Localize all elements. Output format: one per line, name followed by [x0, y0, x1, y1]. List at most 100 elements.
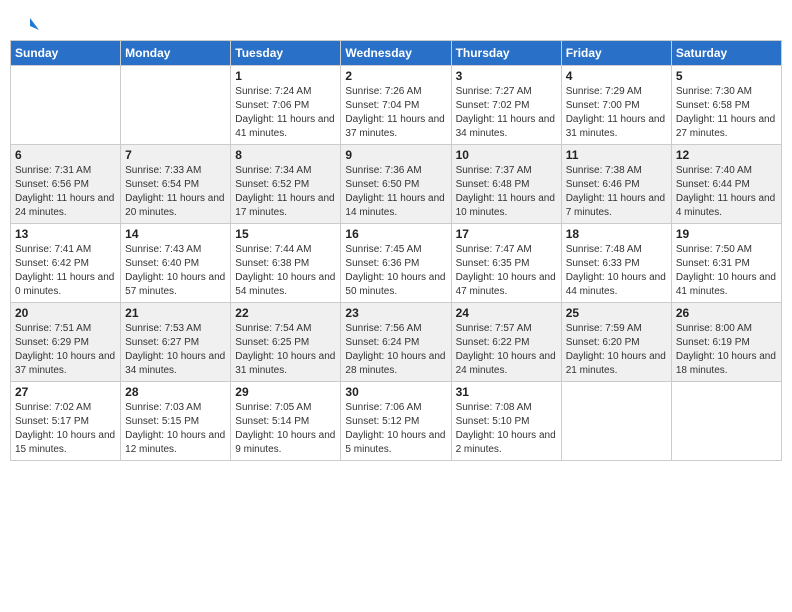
day-number: 6: [15, 148, 116, 162]
calendar-cell: 28 Sunrise: 7:03 AM Sunset: 5:15 PM Dayli…: [121, 382, 231, 461]
calendar-cell: 7 Sunrise: 7:33 AM Sunset: 6:54 PM Daylig…: [121, 145, 231, 224]
calendar-cell: 3 Sunrise: 7:27 AM Sunset: 7:02 PM Daylig…: [451, 66, 561, 145]
page-header: [10, 10, 782, 34]
day-info: Sunrise: 7:06 AM Sunset: 5:12 PM Dayligh…: [345, 401, 446, 457]
day-info: Sunrise: 7:38 AM Sunset: 6:46 PM Dayligh…: [566, 164, 667, 220]
day-number: 25: [566, 306, 667, 320]
calendar-week-row: 13 Sunrise: 7:41 AM Sunset: 6:42 PM Dayli…: [11, 224, 782, 303]
day-number: 24: [456, 306, 557, 320]
day-info: Sunrise: 7:30 AM Sunset: 6:58 PM Dayligh…: [676, 85, 777, 141]
day-number: 14: [125, 227, 226, 241]
day-info: Sunrise: 7:41 AM Sunset: 6:42 PM Dayligh…: [15, 243, 116, 299]
day-info: Sunrise: 7:03 AM Sunset: 5:15 PM Dayligh…: [125, 401, 226, 457]
day-info: Sunrise: 7:08 AM Sunset: 5:10 PM Dayligh…: [456, 401, 557, 457]
calendar-cell: 17 Sunrise: 7:47 AM Sunset: 6:35 PM Dayli…: [451, 224, 561, 303]
calendar-cell: [11, 66, 121, 145]
day-number: 27: [15, 385, 116, 399]
weekday-header: Wednesday: [341, 41, 451, 66]
day-number: 28: [125, 385, 226, 399]
calendar-cell: 31 Sunrise: 7:08 AM Sunset: 5:10 PM Dayli…: [451, 382, 561, 461]
day-number: 3: [456, 69, 557, 83]
calendar-cell: 15 Sunrise: 7:44 AM Sunset: 6:38 PM Dayli…: [231, 224, 341, 303]
day-number: 9: [345, 148, 446, 162]
calendar-cell: 5Sunrise: 7:30 AM Sunset: 6:58 PM Daylig…: [671, 66, 781, 145]
day-number: 15: [235, 227, 336, 241]
calendar-cell: 14 Sunrise: 7:43 AM Sunset: 6:40 PM Dayli…: [121, 224, 231, 303]
calendar-cell: 4 Sunrise: 7:29 AM Sunset: 7:00 PM Daylig…: [561, 66, 671, 145]
day-number: 21: [125, 306, 226, 320]
calendar-cell: 1 Sunrise: 7:24 AM Sunset: 7:06 PM Daylig…: [231, 66, 341, 145]
day-info: Sunrise: 7:36 AM Sunset: 6:50 PM Dayligh…: [345, 164, 446, 220]
day-number: 10: [456, 148, 557, 162]
day-info: Sunrise: 7:29 AM Sunset: 7:00 PM Dayligh…: [566, 85, 667, 141]
day-info: Sunrise: 7:34 AM Sunset: 6:52 PM Dayligh…: [235, 164, 336, 220]
day-info: Sunrise: 7:05 AM Sunset: 5:14 PM Dayligh…: [235, 401, 336, 457]
day-info: Sunrise: 7:45 AM Sunset: 6:36 PM Dayligh…: [345, 243, 446, 299]
calendar-cell: 25Sunrise: 7:59 AM Sunset: 6:20 PM Dayli…: [561, 303, 671, 382]
day-number: 17: [456, 227, 557, 241]
day-number: 18: [566, 227, 667, 241]
day-number: 12: [676, 148, 777, 162]
day-number: 13: [15, 227, 116, 241]
day-info: Sunrise: 7:56 AM Sunset: 6:24 PM Dayligh…: [345, 322, 446, 378]
calendar-cell: 13 Sunrise: 7:41 AM Sunset: 6:42 PM Dayli…: [11, 224, 121, 303]
day-number: 7: [125, 148, 226, 162]
day-number: 31: [456, 385, 557, 399]
day-number: 23: [345, 306, 446, 320]
calendar-cell: 12 Sunrise: 7:40 AM Sunset: 6:44 PM Dayli…: [671, 145, 781, 224]
calendar-week-row: 6 Sunrise: 7:31 AM Sunset: 6:56 PM Daylig…: [11, 145, 782, 224]
day-info: Sunrise: 7:40 AM Sunset: 6:44 PM Dayligh…: [676, 164, 777, 220]
day-info: Sunrise: 7:44 AM Sunset: 6:38 PM Dayligh…: [235, 243, 336, 299]
day-number: 29: [235, 385, 336, 399]
calendar-cell: [561, 382, 671, 461]
calendar-cell: 10Sunrise: 7:37 AM Sunset: 6:48 PM Dayli…: [451, 145, 561, 224]
weekday-header: Friday: [561, 41, 671, 66]
calendar-cell: 6 Sunrise: 7:31 AM Sunset: 6:56 PM Daylig…: [11, 145, 121, 224]
logo: [20, 18, 39, 30]
weekday-header: Saturday: [671, 41, 781, 66]
day-info: Sunrise: 7:54 AM Sunset: 6:25 PM Dayligh…: [235, 322, 336, 378]
calendar-cell: 27 Sunrise: 7:02 AM Sunset: 5:17 PM Dayli…: [11, 382, 121, 461]
calendar-cell: 11Sunrise: 7:38 AM Sunset: 6:46 PM Dayli…: [561, 145, 671, 224]
day-info: Sunrise: 7:43 AM Sunset: 6:40 PM Dayligh…: [125, 243, 226, 299]
calendar-week-row: 1 Sunrise: 7:24 AM Sunset: 7:06 PM Daylig…: [11, 66, 782, 145]
calendar-week-row: 20 Sunrise: 7:51 AM Sunset: 6:29 PM Dayli…: [11, 303, 782, 382]
day-info: Sunrise: 8:00 AM Sunset: 6:19 PM Dayligh…: [676, 322, 777, 378]
calendar-cell: 29 Sunrise: 7:05 AM Sunset: 5:14 PM Dayli…: [231, 382, 341, 461]
day-info: Sunrise: 7:50 AM Sunset: 6:31 PM Dayligh…: [676, 243, 777, 299]
day-info: Sunrise: 7:47 AM Sunset: 6:35 PM Dayligh…: [456, 243, 557, 299]
calendar-cell: [121, 66, 231, 145]
day-number: 30: [345, 385, 446, 399]
day-number: 16: [345, 227, 446, 241]
calendar-cell: 24 Sunrise: 7:57 AM Sunset: 6:22 PM Dayli…: [451, 303, 561, 382]
day-number: 20: [15, 306, 116, 320]
day-info: Sunrise: 7:51 AM Sunset: 6:29 PM Dayligh…: [15, 322, 116, 378]
day-info: Sunrise: 7:31 AM Sunset: 6:56 PM Dayligh…: [15, 164, 116, 220]
calendar-cell: 16 Sunrise: 7:45 AM Sunset: 6:36 PM Dayli…: [341, 224, 451, 303]
day-info: Sunrise: 7:24 AM Sunset: 7:06 PM Dayligh…: [235, 85, 336, 141]
calendar-cell: 22 Sunrise: 7:54 AM Sunset: 6:25 PM Dayli…: [231, 303, 341, 382]
weekday-header: Tuesday: [231, 41, 341, 66]
calendar-cell: 20 Sunrise: 7:51 AM Sunset: 6:29 PM Dayli…: [11, 303, 121, 382]
day-info: Sunrise: 7:33 AM Sunset: 6:54 PM Dayligh…: [125, 164, 226, 220]
day-info: Sunrise: 7:48 AM Sunset: 6:33 PM Dayligh…: [566, 243, 667, 299]
day-info: Sunrise: 7:53 AM Sunset: 6:27 PM Dayligh…: [125, 322, 226, 378]
weekday-header: Monday: [121, 41, 231, 66]
day-number: 1: [235, 69, 336, 83]
day-number: 4: [566, 69, 667, 83]
calendar-cell: 21 Sunrise: 7:53 AM Sunset: 6:27 PM Dayli…: [121, 303, 231, 382]
calendar-week-row: 27 Sunrise: 7:02 AM Sunset: 5:17 PM Dayli…: [11, 382, 782, 461]
logo-bird-icon: [21, 16, 39, 34]
day-info: Sunrise: 7:57 AM Sunset: 6:22 PM Dayligh…: [456, 322, 557, 378]
day-number: 8: [235, 148, 336, 162]
day-number: 26: [676, 306, 777, 320]
day-number: 2: [345, 69, 446, 83]
day-number: 22: [235, 306, 336, 320]
day-info: Sunrise: 7:02 AM Sunset: 5:17 PM Dayligh…: [15, 401, 116, 457]
calendar-cell: 26 Sunrise: 8:00 AM Sunset: 6:19 PM Dayli…: [671, 303, 781, 382]
calendar-header-row: SundayMondayTuesdayWednesdayThursdayFrid…: [11, 41, 782, 66]
day-info: Sunrise: 7:27 AM Sunset: 7:02 PM Dayligh…: [456, 85, 557, 141]
day-number: 19: [676, 227, 777, 241]
calendar-cell: 2Sunrise: 7:26 AM Sunset: 7:04 PM Daylig…: [341, 66, 451, 145]
calendar-cell: 8 Sunrise: 7:34 AM Sunset: 6:52 PM Daylig…: [231, 145, 341, 224]
